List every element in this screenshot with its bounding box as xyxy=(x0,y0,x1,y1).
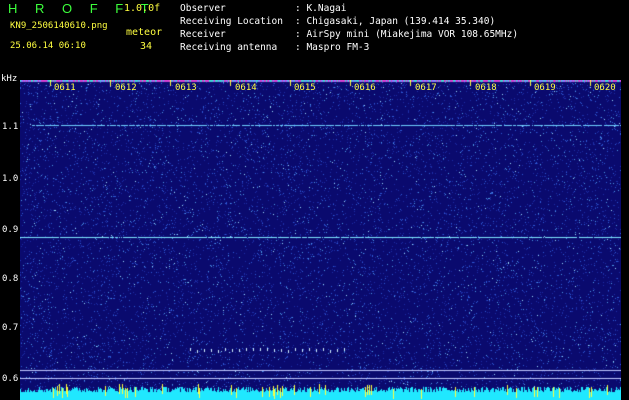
filename: KN9_2506140610.png xyxy=(10,21,108,31)
y-label-0-7: 0.7 xyxy=(2,323,19,333)
spectrogram: 0611 0612 0613 0614 0615 0616 0617 0618 … xyxy=(20,80,621,400)
y-label-0-9: 0.9 xyxy=(2,225,19,235)
meta-value: : K.Nagai xyxy=(295,3,347,14)
time-label: 0619 xyxy=(534,83,556,93)
y-label-1-0: 1.0 xyxy=(2,174,19,184)
y-label-0-8: 0.8 xyxy=(2,274,19,284)
time-label: 0613 xyxy=(175,83,197,93)
spectrogram-canvas xyxy=(20,80,621,400)
meta-key: Observer xyxy=(180,3,226,14)
meta-observer: Observer : K.Nagai xyxy=(180,2,518,15)
time-label: 0612 xyxy=(115,83,137,93)
time-label: 0615 xyxy=(294,83,316,93)
meta-location: Receiving Location : Chigasaki, Japan (1… xyxy=(180,15,518,28)
version: 1.0.0f xyxy=(124,3,161,14)
meta-key: Receiver xyxy=(180,29,226,40)
meta-value: : Chigasaki, Japan (139.414 35.340) xyxy=(295,16,496,27)
time-label: 0617 xyxy=(415,83,437,93)
meta-key: Receiving antenna xyxy=(180,42,278,53)
meta-receiver: Receiver : AirSpy mini (Miakejima VOR 10… xyxy=(180,28,518,41)
mode-label: meteor xyxy=(126,27,163,38)
time-label: 0614 xyxy=(235,83,257,93)
meta-value: : AirSpy mini (Miakejima VOR 108.65MHz) xyxy=(295,29,519,40)
detection-count: 34 xyxy=(140,41,153,52)
metadata-panel: Observer : K.Nagai Receiving Location : … xyxy=(180,2,518,54)
time-label: 0611 xyxy=(54,83,76,93)
meta-value: : Maspro FM-3 xyxy=(295,42,370,53)
time-label: 0620 xyxy=(594,83,616,93)
meta-antenna: Receiving antenna : Maspro FM-3 xyxy=(180,41,518,54)
y-axis-unit: kHz xyxy=(1,74,18,84)
datetime: 25.06.14 06:10 xyxy=(10,41,86,51)
y-label-0-6: 0.6 xyxy=(2,374,19,384)
meta-key: Receiving Location xyxy=(180,16,283,27)
y-label-1-1: 1.1 xyxy=(2,122,19,132)
time-label: 0616 xyxy=(354,83,376,93)
time-label: 0618 xyxy=(475,83,497,93)
